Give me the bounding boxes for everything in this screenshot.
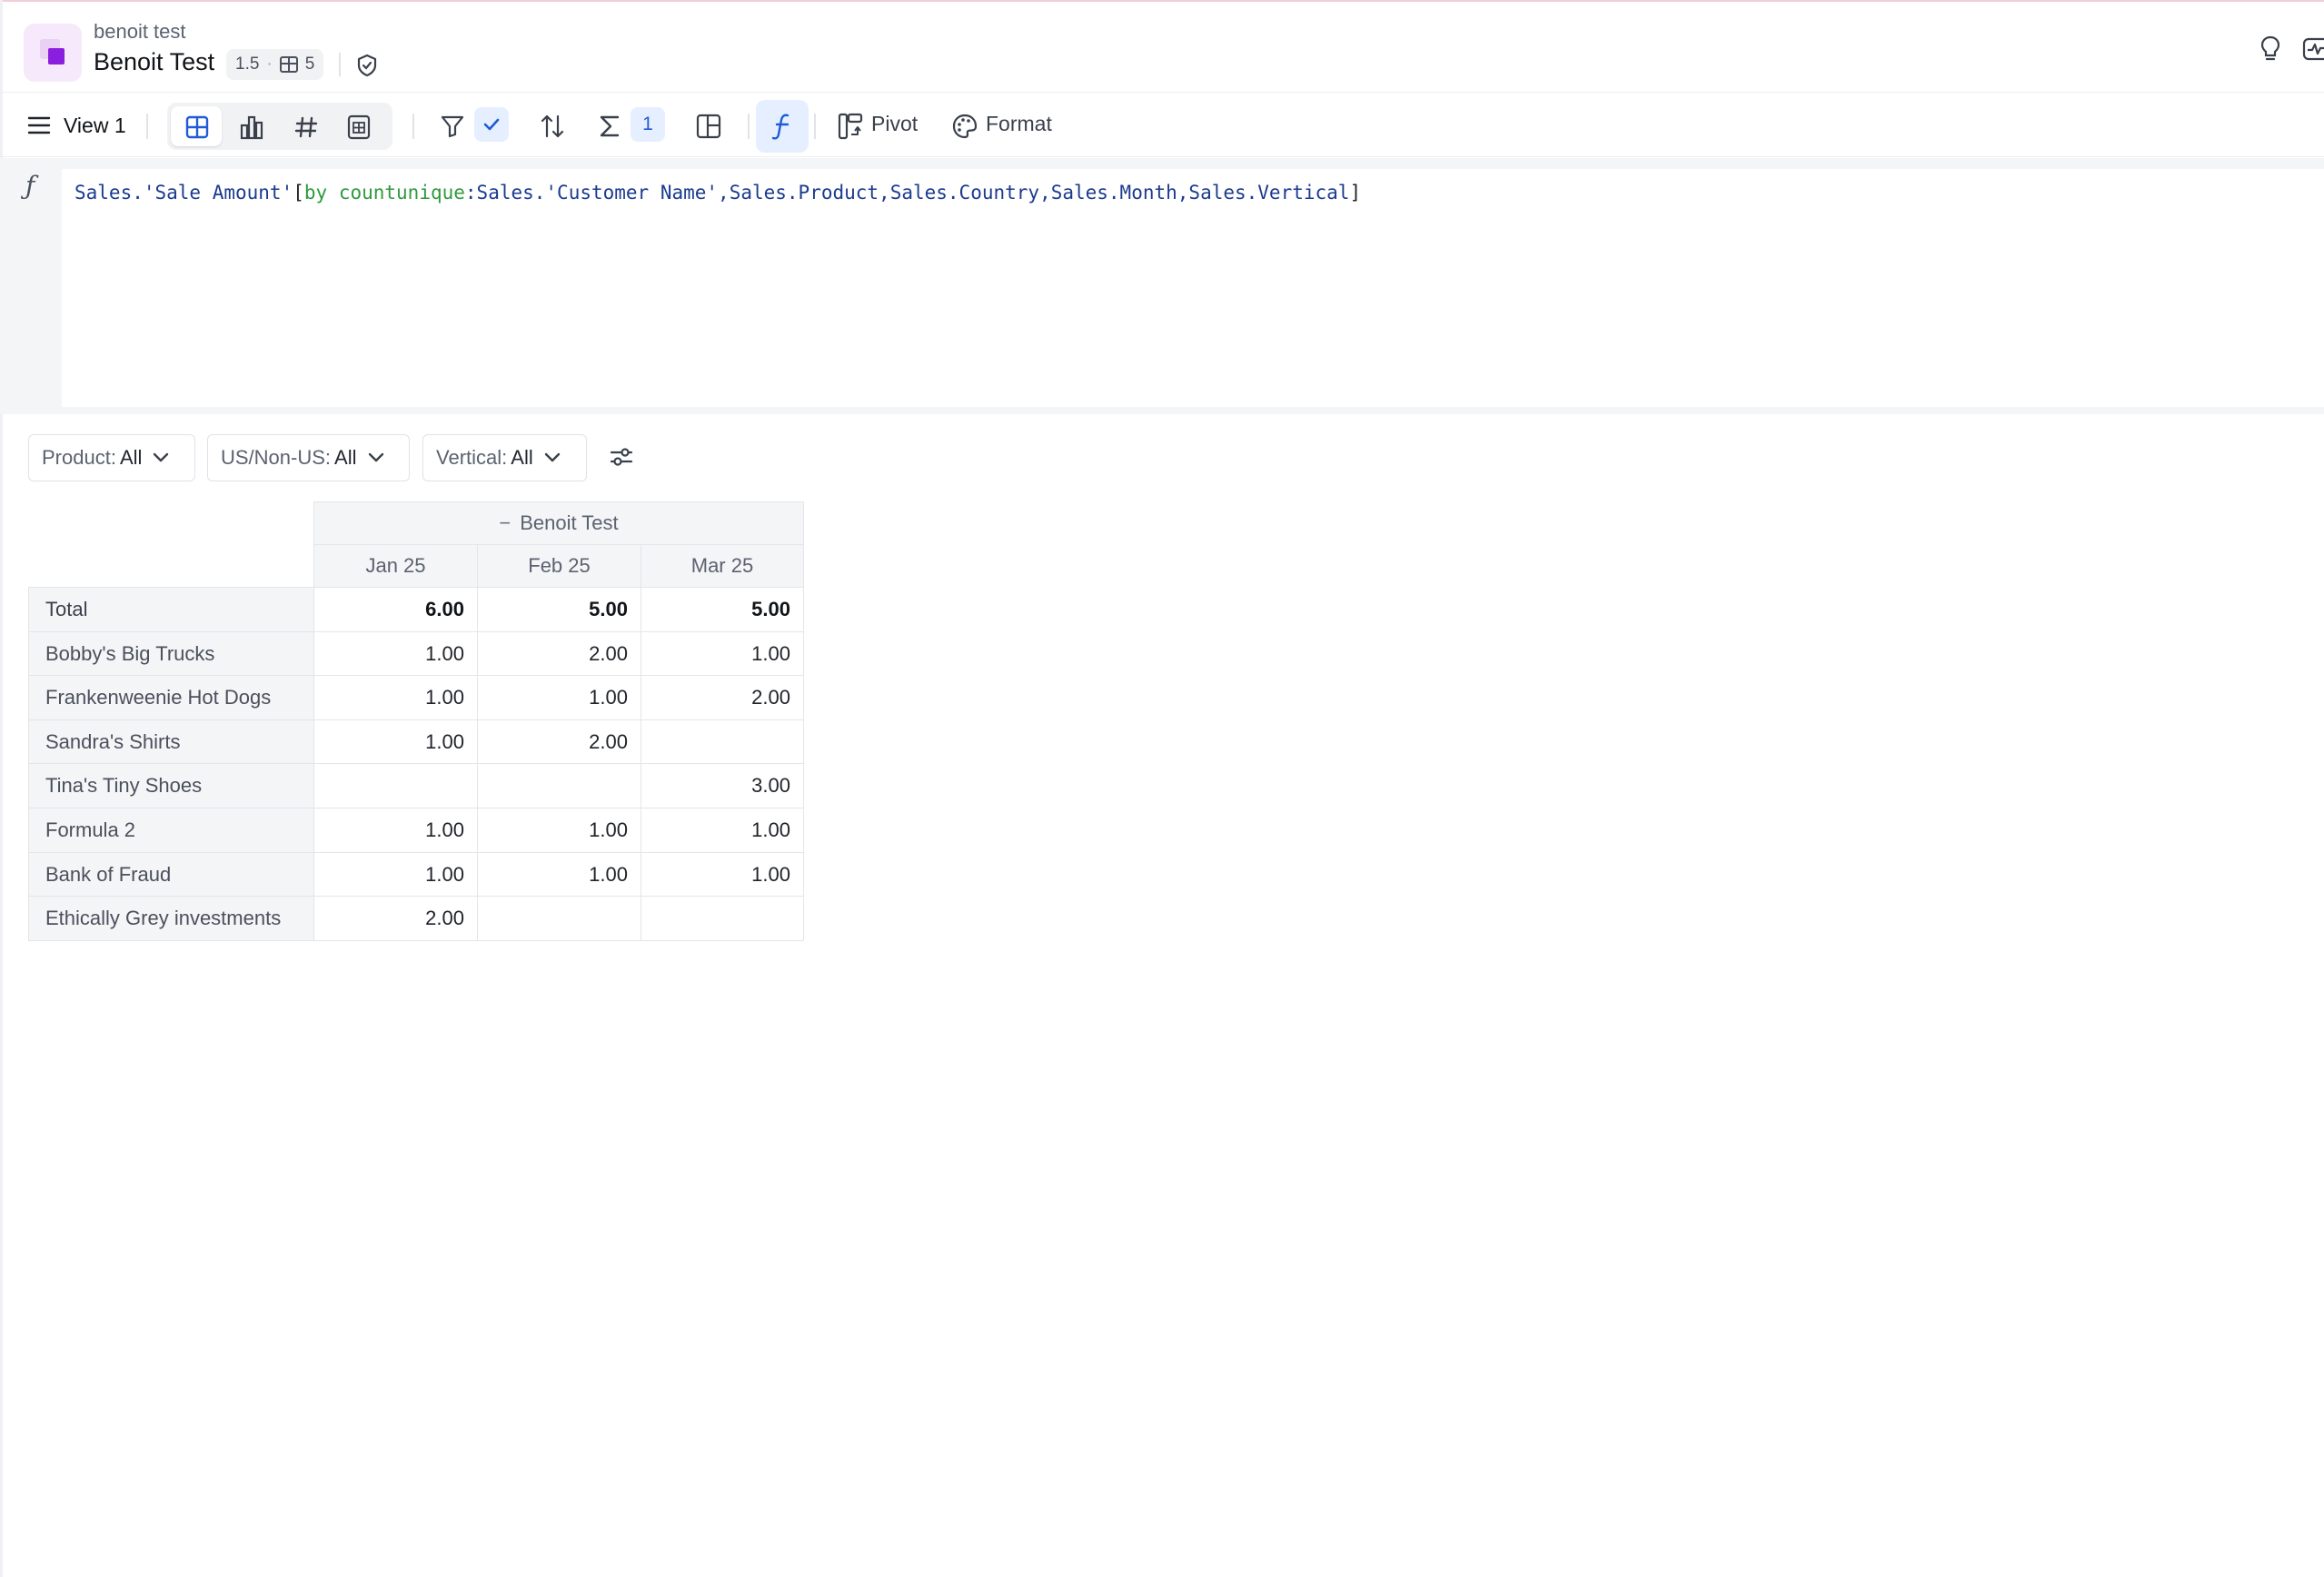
format-button[interactable]: Format (986, 112, 1052, 136)
column-header[interactable]: Feb 25 (477, 544, 641, 588)
version-badge[interactable]: 1.5 · 5 (226, 49, 324, 80)
table-icon (279, 56, 298, 73)
total-value-cell[interactable]: 5.00 (641, 587, 804, 632)
check-icon (483, 118, 500, 131)
value-cell[interactable]: 1.00 (641, 631, 804, 677)
chevron-down-icon (368, 452, 383, 462)
formula-keyword-fn: countunique (338, 182, 465, 203)
top-border (0, 0, 2324, 7)
palette-icon[interactable] (951, 113, 978, 140)
value-cell[interactable]: 1.00 (477, 852, 641, 898)
row-label[interactable]: Formula 2 (28, 808, 314, 853)
value-cell[interactable]: 1.00 (313, 808, 478, 853)
divider (339, 53, 341, 76)
row-label[interactable]: Tina's Tiny Shoes (28, 763, 314, 808)
filter-vertical[interactable]: Vertical: All (422, 434, 587, 481)
row-label[interactable]: Ethically Grey investments (28, 896, 314, 941)
view-type-switcher (167, 103, 392, 150)
verified-shield-icon[interactable] (354, 53, 380, 78)
value-cell[interactable]: 1.00 (313, 631, 478, 677)
formula-bar: ƒ Sales.'Sale Amount'[by countunique:Sal… (0, 158, 2324, 414)
formula-bar-toggle[interactable] (756, 100, 809, 153)
filter-settings-icon[interactable] (609, 444, 634, 470)
value-cell[interactable]: 2.00 (477, 719, 641, 765)
value-cell[interactable] (477, 763, 641, 808)
version-number: 1.5 (235, 55, 260, 74)
value-cell[interactable]: 2.00 (477, 631, 641, 677)
value-cell[interactable]: 2.00 (641, 675, 804, 720)
formula-bracket-close: ] (1349, 182, 1362, 203)
filter-active-indicator[interactable] (474, 107, 509, 142)
value-cell[interactable]: 1.00 (313, 675, 478, 720)
filter-value: All (334, 446, 357, 469)
view-name[interactable]: View 1 (64, 114, 126, 138)
row-label[interactable]: Sandra's Shirts (28, 719, 314, 765)
filter-value: All (119, 446, 143, 469)
value-cell[interactable]: 1.00 (477, 675, 641, 720)
filter-product[interactable]: Product: All (28, 434, 195, 481)
filter-icon[interactable] (440, 114, 465, 139)
kpi-view-icon[interactable] (294, 115, 318, 139)
workbook-header: benoit test Benoit Test 1.5 · 5 (0, 7, 2324, 93)
workbook-icon[interactable] (24, 24, 82, 82)
value-cell[interactable]: 1.00 (641, 808, 804, 853)
total-row-label[interactable]: Total (28, 587, 314, 632)
menu-icon[interactable] (27, 115, 51, 135)
value-cell[interactable] (313, 763, 478, 808)
total-value-cell[interactable]: 5.00 (477, 587, 641, 632)
value-cell[interactable]: 3.00 (641, 763, 804, 808)
row-label[interactable]: Frankenweenie Hot Dogs (28, 675, 314, 720)
filter-us-non-us[interactable]: US/Non-US: All (207, 434, 410, 481)
filter-label: Product: (42, 446, 116, 469)
layout-panel-icon[interactable] (696, 114, 721, 139)
formula-keyword-by: by (303, 182, 328, 203)
row-label[interactable]: Bobby's Big Trucks (28, 631, 314, 677)
collapse-icon[interactable]: − (499, 511, 511, 535)
page-title[interactable]: Benoit Test (94, 48, 214, 76)
sort-icon[interactable] (540, 113, 565, 140)
value-cell[interactable]: 1.00 (313, 852, 478, 898)
formula-measure: Sales.'Sale Amount' (74, 182, 293, 203)
column-header[interactable]: Mar 25 (641, 544, 804, 588)
row-label[interactable]: Bank of Fraud (28, 852, 314, 898)
table-count: 5 (304, 55, 315, 74)
value-cell[interactable]: 2.00 (313, 896, 478, 941)
total-value-cell[interactable]: 6.00 (313, 587, 478, 632)
column-group-label: Benoit Test (520, 511, 619, 534)
chevron-down-icon (544, 452, 560, 462)
value-cell[interactable] (641, 896, 804, 941)
value-cell[interactable] (477, 896, 641, 941)
separator: · (266, 55, 273, 74)
workbook-name: benoit test (94, 20, 186, 43)
report-view-icon[interactable] (347, 114, 371, 140)
chart-view-icon[interactable] (240, 114, 263, 140)
formula-expression[interactable]: Sales.'Sale Amount'[by countunique:Sales… (74, 182, 1361, 203)
summary-sigma-icon[interactable] (598, 114, 621, 139)
chevron-down-icon (154, 452, 169, 462)
column-group-header[interactable]: − Benoit Test (313, 501, 804, 545)
formula-editor[interactable]: Sales.'Sale Amount'[by countunique:Sales… (62, 169, 2324, 407)
value-cell[interactable]: 1.00 (641, 852, 804, 898)
activity-monitor-icon[interactable] (2302, 35, 2324, 64)
formula-dimensions: :Sales.'Customer Name',Sales.Product,Sal… (464, 182, 1350, 203)
formula-bracket-open: [ (293, 182, 304, 203)
filter-label: Vertical: (436, 446, 508, 469)
pivot-button[interactable]: Pivot (871, 112, 918, 136)
filter-value: All (511, 446, 533, 469)
value-cell[interactable]: 1.00 (477, 808, 641, 853)
pivot-icon[interactable] (838, 113, 863, 140)
summary-count-badge[interactable]: 1 (631, 107, 665, 142)
lightbulb-icon[interactable] (2259, 35, 2282, 64)
table-view-icon[interactable] (185, 115, 209, 139)
toolbar: View 1 1 Pivot Format (0, 94, 2324, 157)
function-icon (771, 114, 790, 140)
column-header[interactable]: Jan 25 (313, 544, 478, 588)
filter-label: US/Non-US: (221, 446, 332, 469)
value-cell[interactable] (641, 719, 804, 765)
formula-fx-icon: ƒ (25, 171, 35, 201)
value-cell[interactable]: 1.00 (313, 719, 478, 765)
